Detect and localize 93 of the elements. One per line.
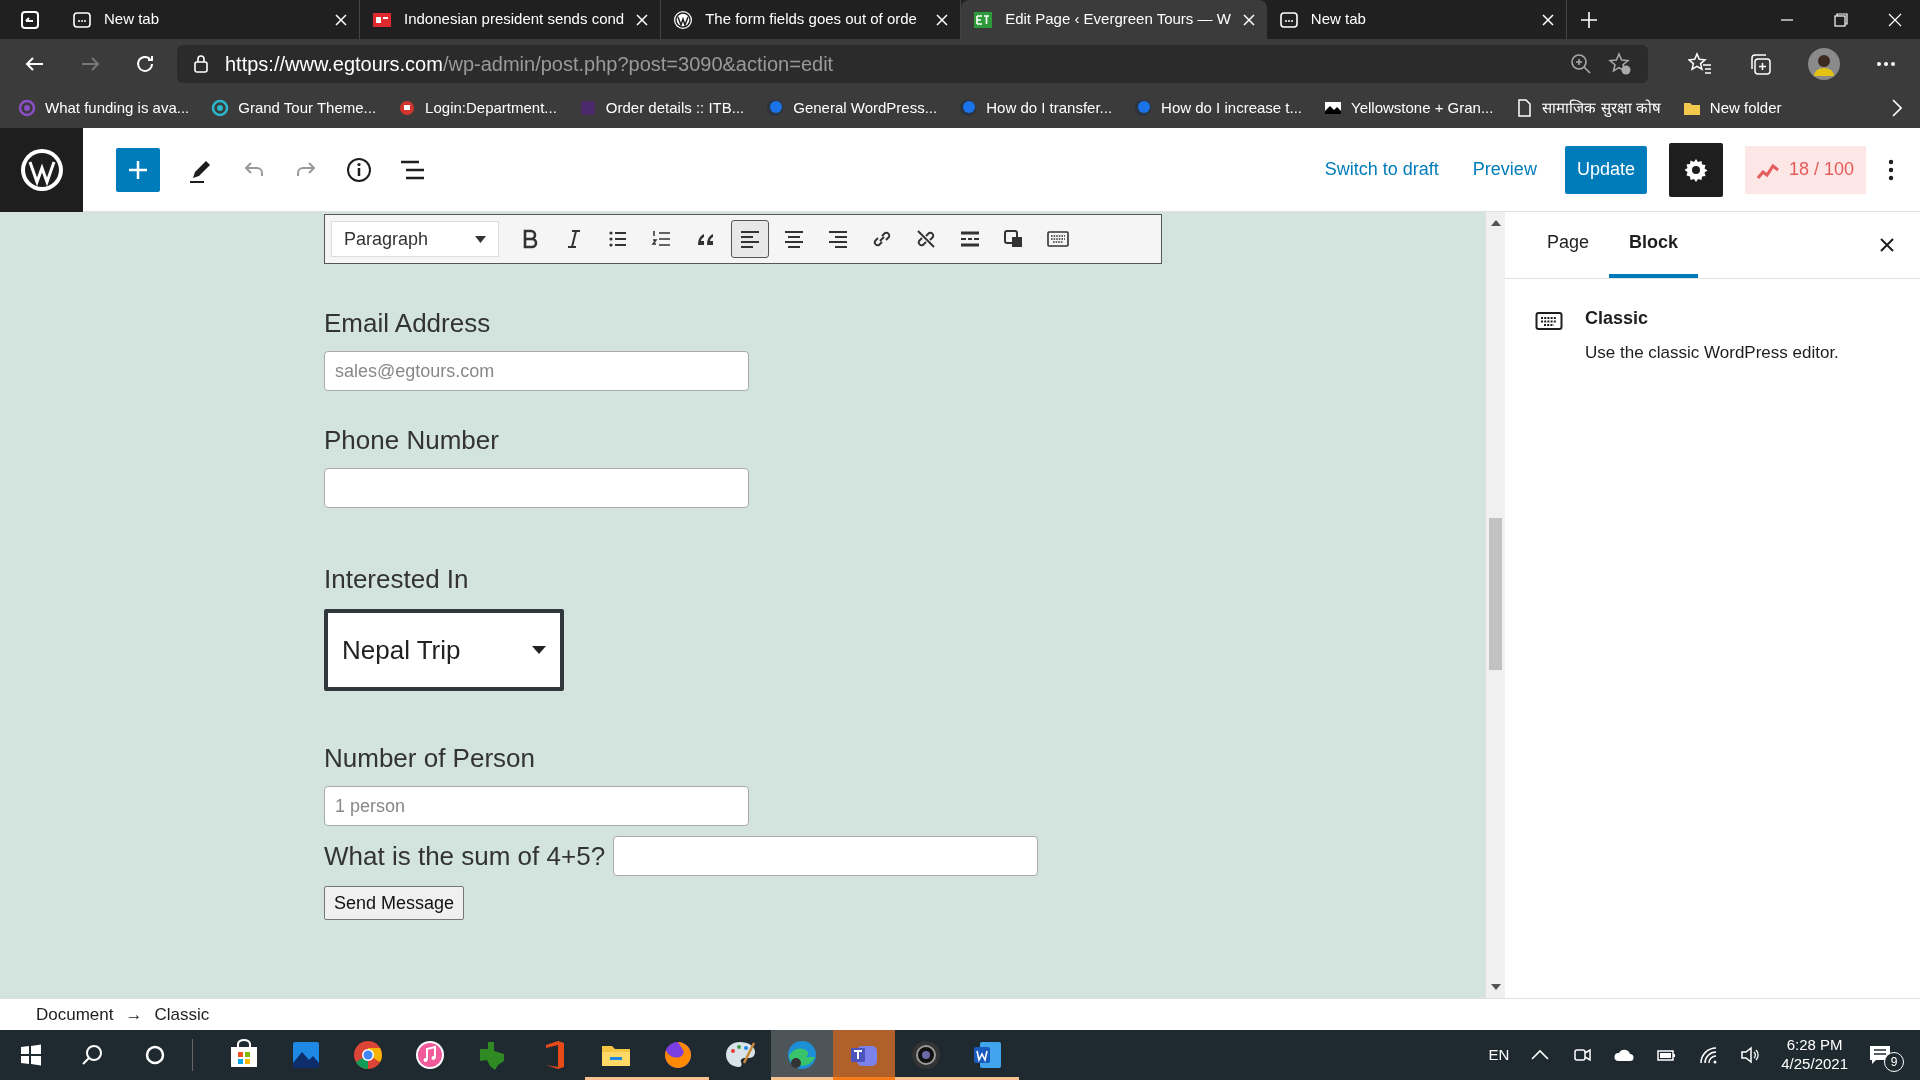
tab-title: The form fields goes out of orde (705, 9, 918, 30)
photo-icon (290, 1039, 322, 1071)
new-tab-icon (72, 9, 92, 30)
ring-icon[interactable] (211, 99, 230, 117)
switch-to-draft-link[interactable]: Switch to draft (1318, 155, 1445, 184)
bookmark-link[interactable]: How do I increase t... (1161, 96, 1302, 120)
send-message-button[interactable]: Send Message (324, 886, 465, 920)
sidebar-tab[interactable]: Block (1609, 211, 1699, 278)
preview-link[interactable]: Preview (1466, 155, 1543, 184)
scroll-down-icon[interactable] (1490, 984, 1501, 990)
field-label: Email Address (324, 307, 492, 340)
format-dropdown[interactable]: Paragraph (331, 221, 499, 257)
lock-icon (193, 54, 209, 73)
keyboard-icon (1535, 311, 1563, 331)
align-left-button[interactable] (731, 220, 769, 258)
block-description: Use the classic WordPress editor. (1585, 342, 1839, 364)
bookmark-link[interactable]: What funding is ava... (45, 96, 190, 120)
language-indicator[interactable]: EN (1488, 1043, 1510, 1067)
bookmark-link[interactable]: New folder (1709, 96, 1782, 120)
clock-time[interactable]: 6:28 PM (1786, 1036, 1843, 1055)
restore-icon[interactable] (1834, 12, 1848, 27)
address-bar[interactable]: https://www.egtours.com/wp-admin/post.php?post=3090&action=edit (177, 44, 1648, 83)
input-field[interactable] (613, 836, 1039, 876)
circle-icon[interactable] (143, 1043, 167, 1067)
list-view-icon[interactable] (400, 158, 426, 181)
tab-title: Indonesian president sends cond (404, 9, 625, 30)
bookmark-link[interactable]: General WordPress... (793, 96, 938, 120)
field-label: Number of Person (324, 742, 536, 775)
search-icon[interactable] (81, 1043, 105, 1067)
scrollbar[interactable] (1485, 212, 1505, 998)
page-icon[interactable] (1515, 99, 1534, 117)
favorites-icon[interactable] (1688, 51, 1712, 76)
bookmark-link[interactable]: Order details :: ITB... (605, 96, 745, 120)
url-text: https://www.egtours.com/wp-admin/post.php?post=3090&action=edit (225, 51, 835, 77)
dropdown[interactable]: Nepal Trip (324, 609, 564, 691)
more-icon[interactable] (1876, 60, 1896, 67)
update-button[interactable]: Update (1564, 145, 1647, 194)
bookmark-link[interactable]: Yellowstone + Gran... (1351, 96, 1494, 120)
new-tab-icon[interactable] (1579, 10, 1598, 29)
settings-button[interactable] (1668, 142, 1723, 197)
field-label: Phone Number (324, 424, 500, 457)
scroll-up-icon[interactable] (1490, 220, 1501, 226)
options-icon[interactable] (1888, 158, 1894, 181)
bookmark-link[interactable]: सामाजिक सुरक्षा कोष (1542, 96, 1661, 120)
speaker-icon[interactable] (1739, 1044, 1762, 1066)
bookmark-link[interactable]: Grand Tour Theme... (238, 96, 377, 120)
bookmark-link[interactable]: How do I transfer... (986, 96, 1113, 120)
browser-wave-icon (786, 1039, 818, 1071)
notification-count: 9 (1884, 1052, 1904, 1072)
breadcrumb-item[interactable]: Classic (154, 1001, 210, 1028)
windows-logo-icon[interactable] (19, 1043, 43, 1067)
scroll-thumb[interactable] (1489, 518, 1502, 670)
emblem-icon[interactable] (398, 99, 417, 117)
collections-icon[interactable] (1748, 51, 1772, 76)
tab-title: New tab (1310, 9, 1367, 30)
add-block-button[interactable] (116, 147, 160, 192)
close-icon[interactable] (1880, 238, 1894, 252)
zoom-icon[interactable] (1570, 52, 1592, 75)
tab-actions-icon[interactable] (20, 9, 40, 30)
tab-title: Edit Page ‹ Evergreen Tours — W (1005, 9, 1231, 30)
music-icon (414, 1039, 446, 1071)
settings-icon (1683, 157, 1708, 182)
block-title: Classic (1585, 307, 1650, 330)
input-field[interactable]: 1 person (324, 786, 749, 826)
taskbar-app[interactable] (771, 1030, 833, 1080)
chevron-right-icon[interactable] (1892, 99, 1902, 117)
plus-icon (127, 158, 149, 181)
new-tab-icon (1278, 9, 1299, 30)
caret-down-icon (532, 646, 546, 654)
info-icon[interactable] (346, 156, 372, 183)
browser-tab[interactable]: Edit Page ‹ Evergreen Tours — W (961, 0, 1267, 39)
mountain-icon[interactable] (1324, 99, 1342, 117)
input-field[interactable] (324, 468, 749, 508)
wordpress-logo-icon (673, 9, 694, 30)
clock-date[interactable]: 4/25/2021 (1781, 1055, 1848, 1074)
bookmark-link[interactable]: Login:Department... (425, 96, 557, 120)
field-label: Interested In (324, 563, 470, 596)
fox-globe-icon (662, 1039, 694, 1071)
webcam-icon (910, 1039, 942, 1071)
favorite-add-icon[interactable] (1608, 51, 1632, 76)
breadcrumb-separator: → (125, 1003, 143, 1026)
document-icon (972, 1039, 1004, 1071)
input-field[interactable]: sales@egtours.com (324, 351, 749, 391)
wordpress-logo-icon (19, 147, 64, 192)
field-label: What is the sum of 4+5? (324, 839, 606, 873)
profile-avatar-icon[interactable] (1808, 47, 1840, 80)
breadcrumb-item[interactable]: Document (36, 1001, 114, 1028)
tab-title: New tab (104, 9, 161, 30)
caret-down-icon (475, 235, 486, 243)
logo-panel[interactable] (0, 127, 83, 212)
site-logo-icon (973, 9, 994, 30)
browser-icon (352, 1039, 384, 1071)
sidebar-tab[interactable]: Page (1527, 211, 1610, 278)
